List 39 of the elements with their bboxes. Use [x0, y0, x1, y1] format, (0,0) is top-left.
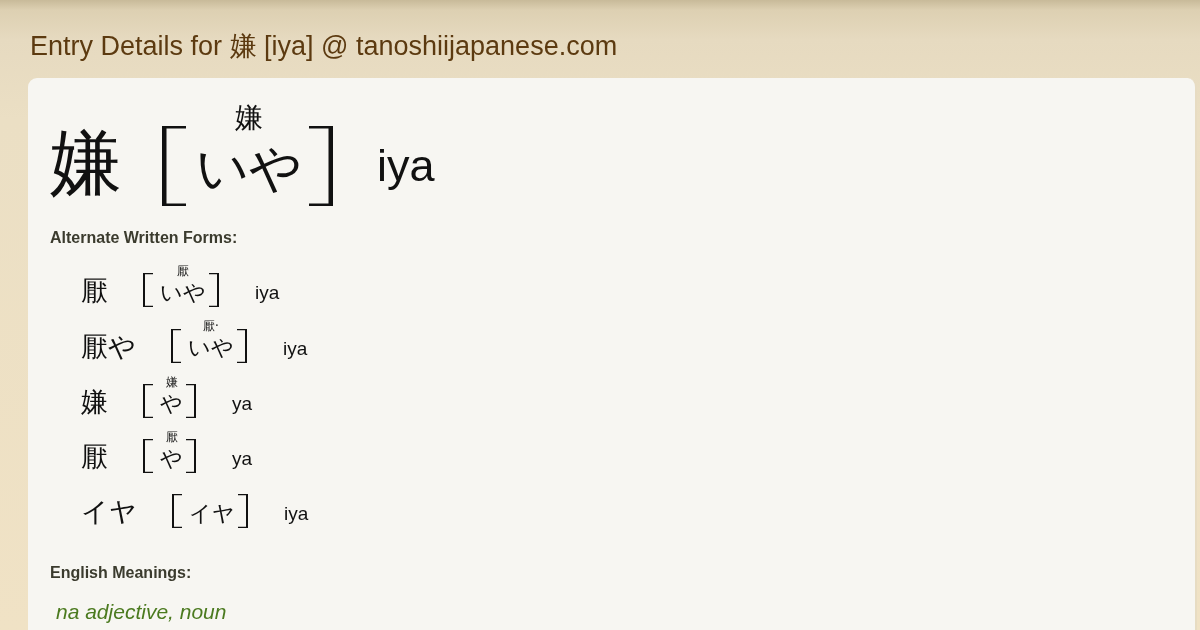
section-heading: Alternate Written Forms:	[50, 228, 238, 249]
left-bracket-icon	[171, 328, 181, 363]
furigana-text: 厭	[165, 430, 178, 444]
written-form: 厭や	[81, 332, 136, 360]
left-bracket-icon	[143, 383, 153, 418]
right-bracket-icon	[309, 126, 333, 207]
section-heading: English Meanings:	[50, 563, 192, 584]
kana-reading: いや	[160, 281, 206, 306]
written-form: 厭	[81, 277, 108, 305]
right-bracket-icon	[237, 328, 247, 363]
kana-reading: いや	[196, 140, 302, 198]
kana-reading: や	[160, 391, 183, 416]
kana-reading: や	[160, 446, 183, 471]
romaji-reading: iya	[255, 283, 280, 303]
furigana-text: 厭	[177, 265, 189, 279]
written-form: 嫌	[81, 387, 108, 415]
furigana-text: 嫌	[235, 104, 263, 132]
right-bracket-icon	[186, 383, 196, 418]
left-bracket-icon	[162, 126, 186, 207]
page-title: Entry Details for 嫌 [iya] @ tanoshiijapanese.com	[30, 30, 618, 62]
written-form: イヤ	[81, 498, 137, 526]
left-bracket-icon	[143, 273, 153, 308]
romaji-reading: iya	[283, 338, 308, 358]
right-bracket-icon	[186, 438, 196, 473]
kana-reading: いや	[188, 336, 234, 361]
romaji-reading: ya	[232, 448, 253, 468]
right-bracket-icon	[209, 273, 219, 308]
romaji-reading: iya	[377, 143, 435, 189]
romaji-reading: iya	[284, 504, 309, 524]
furigana-text: 嫌	[165, 375, 178, 389]
left-bracket-icon	[143, 438, 153, 473]
written-form: 厭	[81, 442, 108, 470]
romaji-reading: ya	[232, 393, 253, 413]
furigana-text: 厭·	[203, 320, 219, 334]
right-bracket-icon	[238, 494, 248, 529]
written-form: 嫌	[50, 126, 122, 199]
left-bracket-icon	[172, 494, 182, 529]
meaning-text: na adjective, noun	[56, 599, 227, 625]
kana-reading: イヤ	[189, 501, 235, 527]
